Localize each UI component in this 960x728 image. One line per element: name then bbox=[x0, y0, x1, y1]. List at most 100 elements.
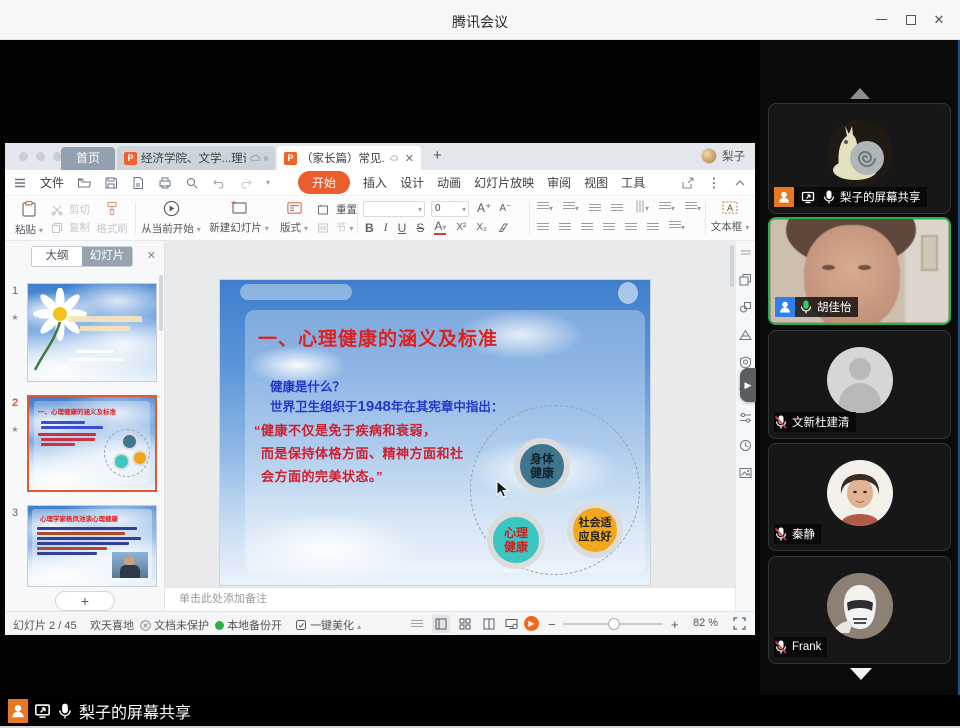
tab-document-1[interactable]: P 经济学院、文学...理讲座.ppt bbox=[117, 146, 275, 170]
history-clock-icon[interactable] bbox=[739, 439, 752, 452]
save-icon[interactable] bbox=[104, 176, 118, 190]
slide-2-thumbnail-selected[interactable]: 一、心理健康的涵义及标准 bbox=[27, 395, 157, 492]
slide-1-thumbnail[interactable] bbox=[27, 283, 157, 382]
align-left-button[interactable] bbox=[537, 223, 549, 232]
open-folder-icon[interactable] bbox=[77, 176, 91, 190]
align-right-button[interactable] bbox=[581, 223, 593, 232]
participant-tile-hujiayi[interactable]: 胡佳怡 bbox=[768, 217, 951, 325]
menu-design[interactable]: 设计 bbox=[400, 174, 424, 191]
increase-font-icon[interactable]: A⁺ bbox=[477, 201, 491, 215]
play-from-current-button[interactable]: 从当前开始 ▾ bbox=[139, 200, 203, 236]
menu-tools[interactable]: 工具 bbox=[621, 174, 645, 191]
numbering-button[interactable]: ▾ bbox=[563, 202, 579, 214]
view-reading-icon[interactable] bbox=[480, 615, 498, 633]
layout-button[interactable]: 版式 ▾ bbox=[275, 200, 313, 235]
clear-format-icon[interactable] bbox=[497, 222, 509, 234]
notes-placeholder[interactable]: 单击此处添加备注 bbox=[165, 587, 735, 611]
view-sorter-icon[interactable] bbox=[456, 615, 474, 633]
scroll-down-arrow-icon[interactable] bbox=[850, 668, 872, 680]
paragraph-more-button[interactable]: ▾ bbox=[669, 221, 685, 233]
textbox-button[interactable]: A 文本框 ▾ bbox=[709, 200, 751, 234]
shape-button[interactable]: 形状 bbox=[753, 200, 755, 234]
justify-button[interactable] bbox=[603, 223, 615, 232]
zoom-in-button[interactable]: + bbox=[671, 617, 679, 632]
line-spacing-button[interactable]: ▾ bbox=[685, 202, 701, 214]
add-slide-button[interactable]: + bbox=[55, 591, 115, 611]
tab-home[interactable]: 首页 bbox=[61, 147, 115, 170]
fit-window-icon[interactable] bbox=[733, 617, 746, 630]
panel-mode-switch[interactable]: 大纲 幻灯片 bbox=[31, 246, 133, 267]
toolbar-handle-icon[interactable] bbox=[740, 249, 752, 258]
decrease-indent-button[interactable] bbox=[589, 204, 601, 213]
bold-button[interactable]: B bbox=[365, 221, 374, 235]
panel-close-icon[interactable]: ✕ bbox=[147, 249, 156, 262]
menu-insert[interactable]: 插入 bbox=[363, 174, 387, 191]
menu-animation[interactable]: 动画 bbox=[437, 174, 461, 191]
font-color-button[interactable]: A▾ bbox=[434, 221, 446, 235]
pyramid-icon[interactable] bbox=[739, 329, 752, 341]
tab-close-icon[interactable]: ✕ bbox=[405, 152, 414, 165]
font-size-select[interactable]: 0▾ bbox=[431, 201, 469, 217]
print-icon[interactable] bbox=[158, 176, 172, 190]
image-pane-icon[interactable] bbox=[739, 467, 752, 479]
scroll-up-arrow-icon[interactable] bbox=[850, 88, 870, 99]
editor-scrollbar[interactable] bbox=[730, 245, 734, 287]
font-size-steppers[interactable]: A⁺ A⁻ bbox=[477, 201, 511, 215]
participant-tile-frank[interactable]: Frank bbox=[768, 556, 951, 664]
share-doc-icon[interactable] bbox=[681, 176, 695, 190]
tab-slides[interactable]: 幻灯片 bbox=[82, 247, 132, 266]
superscript-button[interactable]: X² bbox=[456, 222, 466, 233]
hamburger-icon[interactable] bbox=[13, 176, 27, 190]
text-direction-button[interactable]: ▾ bbox=[633, 202, 649, 214]
backup-status[interactable]: 本地备份开 bbox=[215, 617, 282, 633]
subscript-button[interactable]: X₂ bbox=[476, 222, 487, 233]
panel-scrollbar[interactable] bbox=[159, 275, 163, 331]
increase-indent-button[interactable] bbox=[611, 204, 623, 213]
zoom-slider-knob[interactable] bbox=[608, 618, 620, 630]
close-button[interactable]: ✕ bbox=[932, 13, 946, 27]
decrease-font-icon[interactable]: A⁻ bbox=[499, 203, 511, 214]
slide-editor-area[interactable]: 一、心理健康的涵义及标准 健康是什么？ 世界卫生组织于1948年在其宪章中指出：… bbox=[165, 241, 735, 587]
paste-button[interactable]: 粘贴 ▾ bbox=[11, 200, 47, 237]
find-icon[interactable] bbox=[185, 176, 199, 190]
shapes-pane-icon[interactable] bbox=[739, 301, 752, 314]
undo-icon[interactable] bbox=[212, 176, 226, 190]
settings-sliders-icon[interactable] bbox=[739, 412, 752, 424]
more-menu-icon[interactable] bbox=[707, 176, 721, 190]
columns-button[interactable] bbox=[647, 223, 659, 232]
new-slide-button[interactable]: 新建幻灯片 ▾ bbox=[207, 200, 271, 235]
view-presenter-icon[interactable] bbox=[502, 615, 520, 633]
menu-start[interactable]: 开始 bbox=[298, 171, 350, 194]
participant-tile-lizi[interactable]: 梨子的屏幕共享 bbox=[768, 103, 951, 214]
distribute-button[interactable] bbox=[625, 223, 637, 232]
menu-view[interactable]: 视图 bbox=[584, 174, 608, 191]
maximize-button[interactable] bbox=[904, 13, 918, 27]
tab-outline[interactable]: 大纲 bbox=[32, 247, 82, 266]
bullets-button[interactable]: ▾ bbox=[537, 202, 553, 214]
redo-icon[interactable] bbox=[239, 176, 253, 190]
slides-pane-icon[interactable] bbox=[739, 273, 752, 286]
collapse-ribbon-icon[interactable] bbox=[733, 176, 747, 190]
section-button[interactable]: 节 ▾ bbox=[317, 220, 353, 235]
menu-file[interactable]: 文件 bbox=[40, 174, 64, 191]
italic-button[interactable]: I bbox=[384, 220, 388, 235]
view-notes-icon[interactable] bbox=[408, 615, 426, 633]
play-slideshow-button[interactable]: ▶ bbox=[524, 616, 539, 631]
account-chip[interactable]: 梨子 bbox=[701, 148, 745, 164]
theme-name[interactable]: 欢天喜地 bbox=[90, 617, 134, 633]
strikethrough-button[interactable]: S bbox=[416, 221, 424, 235]
underline-button[interactable]: U bbox=[398, 221, 407, 235]
export-pdf-icon[interactable] bbox=[131, 176, 145, 190]
protect-status[interactable]: 文档未保护 bbox=[140, 617, 209, 633]
new-tab-button[interactable]: + bbox=[433, 147, 442, 164]
format-painter-button[interactable]: 格式刷 bbox=[93, 200, 131, 236]
minimize-button[interactable] bbox=[874, 13, 888, 27]
participant-tile-wenxin[interactable]: 文新杜建清 bbox=[768, 330, 951, 439]
more-commands-caret-icon[interactable]: ▾ bbox=[266, 178, 270, 187]
copy-button[interactable]: 复制 bbox=[51, 220, 90, 235]
beautify-button[interactable]: 一键美化 ▴ bbox=[295, 617, 361, 633]
zoom-percent[interactable]: 82 % bbox=[693, 617, 718, 629]
zoom-out-button[interactable]: − bbox=[548, 617, 556, 632]
font-name-select[interactable]: ▾ bbox=[363, 201, 425, 217]
participant-tile-qinjing[interactable]: 秦静 bbox=[768, 443, 951, 551]
